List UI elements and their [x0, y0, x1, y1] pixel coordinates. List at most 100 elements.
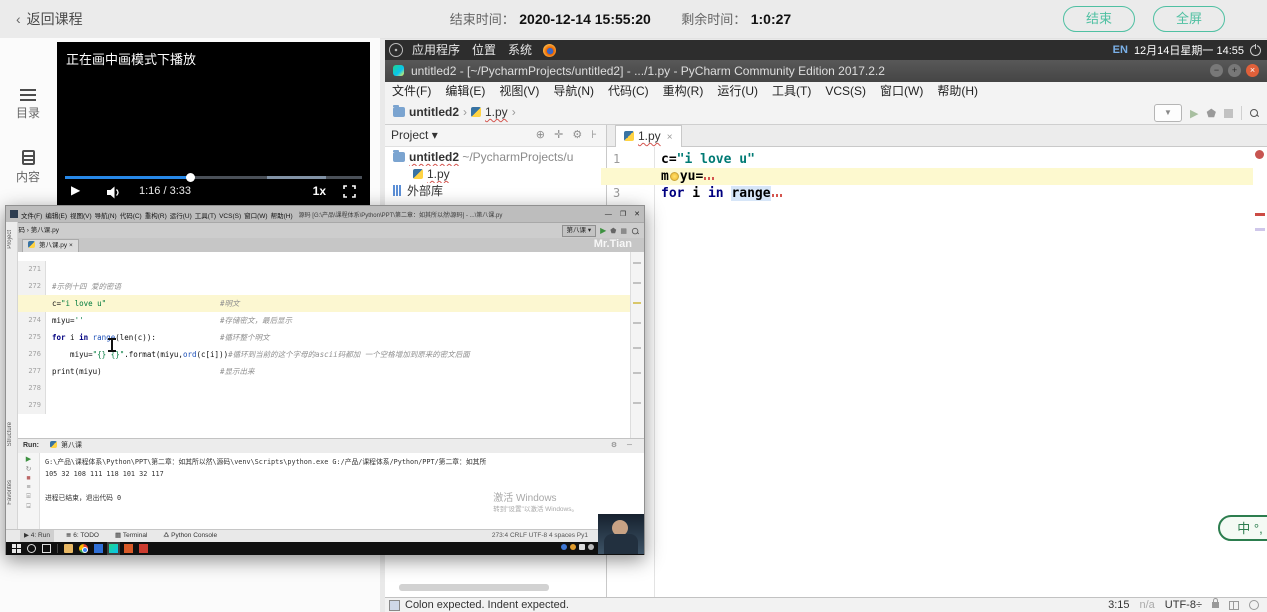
pip-code-comment: #存储密文，最后显示 [220, 316, 293, 325]
file-encoding[interactable]: UTF-8÷ [1165, 598, 1202, 612]
pip-tool-strip-label: Structure [7, 422, 13, 447]
debug-icon[interactable]: ⬟ [1206, 107, 1216, 120]
pip-lesson-window[interactable]: 文件(F) 编辑(E) 视图(V) 导航(N) 代码(C) 重构(R) 运行(U) 工具(T)… [5, 205, 645, 555]
video-controls: ▶ 1:16 / 3:33 1x [57, 181, 370, 205]
sidebar-item-toc[interactable]: 目录 [0, 88, 56, 121]
list-icon [20, 88, 36, 101]
caret-position[interactable]: 3:15 [1108, 598, 1129, 612]
volume-icon[interactable] [107, 186, 122, 204]
video-player[interactable]: 正在画中画模式下播放 ▶ 1:16 / 3:33 1x [57, 42, 370, 205]
python-file-icon [28, 241, 35, 248]
menu-bar: 文件(F) 编辑(E) 视图(V) 导航(N) 代码(C) 重构(R) 运行(U) 工具(T)… [385, 82, 1267, 102]
end-time-value: 2020-12-14 15:55:20 [519, 11, 651, 27]
pycharm-title-bar[interactable]: untitled2 - [~/PycharmProjects/untitled2… [385, 60, 1267, 82]
firefox-icon[interactable] [543, 43, 557, 57]
pip-run-config: 第八课 ▾ [561, 225, 597, 237]
input-language-indicator[interactable]: EN [1113, 44, 1128, 56]
gnome-menu-item[interactable]: 系统 [504, 40, 536, 60]
tree-row-file[interactable]: 1.py [385, 166, 606, 183]
input-method-indicator[interactable]: 中 °, [1218, 515, 1267, 541]
status-bar: Colon expected. Indent expected. 3:15 n/… [385, 597, 1267, 612]
minimize-button[interactable]: − [1210, 64, 1223, 77]
intention-bulb-icon[interactable] [669, 172, 679, 181]
tab-close-icon[interactable]: × [667, 132, 673, 143]
pip-tool-strip-label: Project [7, 230, 13, 249]
status-message: Colon expected. Indent expected. [405, 599, 569, 611]
maximize-button[interactable]: + [1228, 64, 1241, 77]
close-button[interactable]: × [1246, 64, 1259, 77]
pip-code-line: print(miyu) #显示出来 [52, 363, 630, 380]
python-file-icon [624, 131, 634, 141]
error-mark[interactable] [1255, 213, 1265, 216]
document-icon [21, 150, 35, 165]
applications-menu-icon[interactable] [389, 43, 403, 57]
menu-item[interactable]: 文件(F) [385, 82, 438, 101]
run-icon[interactable]: ▶ [1190, 107, 1198, 120]
pip-minimize-icon: — [604, 210, 612, 218]
project-tree: untitled2 ~/PycharmProjects/u 1.py 外部库 [385, 149, 606, 200]
indent-icon[interactable] [1229, 600, 1239, 610]
back-to-course-link[interactable]: ‹ 返回课程 [16, 0, 83, 38]
pip-code-line [52, 261, 630, 278]
pip-window-title: 源码 [G:\产品\课程体系\Python\PPT\第二章：如其所以然\源码] … [298, 212, 503, 219]
project-panel-icons[interactable]: ⊕ ✛ ⚙ ⊦ [536, 125, 600, 146]
python-file-icon [50, 441, 57, 448]
breadcrumb-root[interactable]: untitled2 [409, 105, 459, 119]
instructor-body [604, 534, 638, 554]
pip-code-line: for i in range(len(c)): #循环整个明文 [52, 329, 630, 346]
playback-rate[interactable]: 1x [313, 184, 326, 198]
breadcrumb-file[interactable]: 1.py [485, 105, 508, 119]
status-icon[interactable] [389, 600, 400, 611]
pip-run-toolbar: ▶ ↻ ■ ≡ ⌸ ⍈ [18, 453, 40, 529]
menu-item[interactable]: 编辑(E) [438, 82, 492, 101]
menu-item[interactable]: 视图(V) [492, 82, 546, 101]
end-button[interactable]: 结束 [1063, 6, 1135, 32]
pip-line-number: 278 [28, 384, 41, 392]
run-config-dropdown[interactable]: ▼ [1153, 104, 1182, 122]
fullscreen-button[interactable]: 全屏 [1153, 6, 1225, 32]
info-mark[interactable] [1255, 228, 1265, 231]
code-line: for i in range [655, 185, 1253, 202]
gnome-menu-item[interactable]: 应用程序 [408, 40, 464, 60]
chevron-left-icon: ‹ [16, 11, 21, 27]
menu-item[interactable]: 窗口(W) [873, 82, 930, 101]
code-editor[interactable]: c="i love u" m yu= for i in range [601, 147, 1253, 597]
code-line: c="i love u" [661, 152, 755, 167]
pip-line-number: 274 [28, 316, 41, 324]
menu-item[interactable]: 重构(R) [656, 82, 711, 101]
menu-item[interactable]: 代码(C) [601, 82, 656, 101]
menu-item[interactable]: 导航(N) [546, 82, 601, 101]
tree-row-external-libs[interactable]: 外部库 [385, 183, 606, 200]
menu-item[interactable]: 运行(U) [710, 82, 765, 101]
pip-status-text: 273:4 CRLF UTF-8 4 spaces Py1 [491, 532, 588, 539]
video-progress-fill [65, 176, 190, 179]
pip-mode-text: 正在画中画模式下播放 [66, 52, 197, 67]
pip-code-comment: #显示出来 [220, 367, 255, 376]
fullscreen-icon[interactable] [343, 185, 356, 203]
power-icon[interactable] [1250, 43, 1261, 56]
video-time: 1:16 / 3:33 [139, 185, 191, 197]
python-file-icon [471, 107, 481, 117]
editor-tab[interactable]: 1.py × [615, 125, 682, 147]
video-progress-bar[interactable] [65, 173, 362, 182]
stop-icon[interactable] [1224, 108, 1233, 118]
menu-item[interactable]: 工具(T) [765, 82, 818, 101]
sidebar-item-content[interactable]: 内容 [0, 150, 56, 185]
instructor-webcam [598, 514, 644, 554]
tree-row-root[interactable]: untitled2 ~/PycharmProjects/u [385, 149, 606, 166]
navigation-bar: untitled2 › 1.py › ▼ ▶ ⬟ [385, 101, 1267, 125]
menu-item[interactable]: 帮助(H) [930, 82, 985, 101]
editor-tab-bar: 1.py × [607, 125, 1267, 147]
menu-item[interactable]: VCS(S) [818, 82, 873, 101]
search-icon[interactable] [1250, 108, 1259, 118]
pycharm-app-icon [10, 210, 18, 218]
project-panel-header[interactable]: Project ▾ ⊕ ✛ ⚙ ⊦ [385, 125, 606, 147]
event-log-icon[interactable] [1249, 600, 1259, 610]
lock-icon[interactable] [1212, 598, 1219, 608]
pip-code-comment: #循环到当前的这个字母的ascii码都加 一个空格增加到原来的密文后面 [228, 350, 470, 359]
horizontal-scrollbar[interactable] [399, 584, 549, 591]
play-icon[interactable]: ▶ [71, 183, 80, 197]
line-separator[interactable]: n/a [1140, 598, 1155, 612]
gnome-menu-item[interactable]: 位置 [468, 40, 500, 60]
clock[interactable]: 12月14日星期一 14:55 [1134, 42, 1244, 58]
